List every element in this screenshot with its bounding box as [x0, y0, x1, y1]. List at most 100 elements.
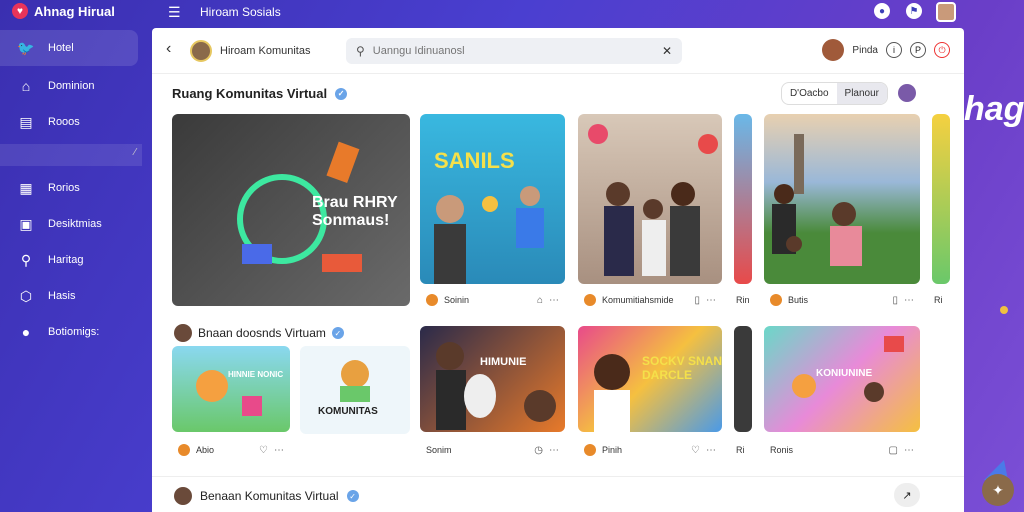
lock-icon[interactable]: ⌂ — [537, 295, 543, 306]
brand-name: Ahnag Hirual — [34, 3, 115, 19]
more-icon[interactable]: ⋯ — [549, 295, 559, 306]
card-footer: Butis ▯ ⋯ — [764, 286, 920, 314]
media-card[interactable]: HIMUNIE Sonim ◷ ⋯ — [420, 326, 565, 464]
card-thumbnail: HIMUNIE — [420, 326, 565, 432]
thumbnail-art — [340, 360, 370, 402]
sidebar-item-label: Botiomigs: — [48, 326, 100, 338]
back-arrow-icon[interactable]: ‹ — [166, 40, 171, 58]
avatar[interactable] — [936, 2, 956, 22]
card-footer: Rin — [734, 286, 752, 314]
card-footer: Ri — [932, 286, 950, 314]
section-title-text: Ruang Komunitas Virtual — [172, 86, 328, 101]
search-icon: ⚲ — [20, 251, 32, 268]
search-icon: ⚲ — [356, 44, 365, 58]
card-footer: Pinih ♡ ⋯ — [578, 436, 722, 464]
info-icon[interactable]: i — [886, 42, 902, 58]
square-icon[interactable]: ▢ — [889, 445, 898, 456]
sidebar-item-rorios[interactable]: ▦ Rorios — [0, 170, 150, 206]
thumbnail-text: KOMUNITAS — [318, 406, 378, 417]
pen-icon[interactable]: P — [910, 42, 926, 58]
panel-header: ‹ Hiroam Komunitas ⚲ ✕ Pinda i P ⏻ — [152, 28, 964, 74]
thumbnail-text: HINNIE NONIC — [228, 370, 284, 379]
card-author: Butis — [788, 295, 809, 305]
card-author: Soinin — [444, 295, 470, 305]
bottom-title: Benaan Komunitas Virtual ✓ — [174, 487, 359, 505]
card-author: Rin — [736, 295, 750, 305]
card-thumbnail: Brau RHRY Sonmaus! — [172, 114, 410, 306]
sidebar-item-rooos[interactable]: ▤ Rooos — [0, 104, 150, 140]
sidebar: 🐦 Hotel ⌂ Dominion ▤ Rooos ⁄ ▦ Rorios ▣ … — [0, 28, 150, 512]
floating-action-button[interactable]: ✦ — [982, 474, 1014, 506]
chat-icon[interactable]: ● — [874, 3, 890, 19]
thumbnail-art — [588, 124, 718, 276]
verified-icon: ✓ — [335, 87, 348, 100]
media-card-peek[interactable]: Ri — [932, 114, 950, 314]
decor-shapes: hag — [964, 90, 1024, 485]
card-thumbnail: SANILS — [420, 114, 565, 284]
card-author: Komumitiahsmide — [602, 295, 674, 305]
avatar — [770, 294, 782, 306]
media-card-peek[interactable]: Ri — [734, 326, 752, 464]
media-card[interactable]: HINNIE NONIC Abio ♡ ⋯ — [172, 346, 290, 464]
power-icon[interactable]: ⏻ — [934, 42, 950, 58]
menu-icon[interactable]: ☰ — [168, 4, 181, 21]
clock-icon[interactable]: ◷ — [534, 445, 543, 456]
heart-icon[interactable]: ♡ — [691, 445, 700, 456]
brand[interactable]: ♥ Ahnag Hirual — [12, 3, 115, 19]
media-card[interactable]: SOCKV SNAN DARCLE Pinih ♡ ⋯ — [578, 326, 722, 464]
sidebar-item-label: Desiktmias — [48, 218, 102, 230]
card-thumbnail — [932, 114, 950, 284]
bookmark-icon[interactable]: ▯ — [892, 295, 898, 306]
verified-icon: ✓ — [331, 327, 344, 339]
thumbnail-art — [434, 186, 544, 284]
more-icon[interactable]: ⋯ — [549, 445, 559, 456]
sidebar-item-label: Haritag — [48, 254, 84, 266]
shield-icon[interactable]: ♡ — [259, 445, 268, 456]
toggle-option[interactable]: Planour — [836, 83, 887, 104]
avatar — [174, 324, 192, 342]
bookmark-icon[interactable]: ▯ — [694, 295, 700, 306]
media-card[interactable]: KONIUNINE Ronis ▢ ⋯ — [764, 326, 920, 464]
search-input[interactable] — [372, 45, 654, 57]
thumbnail-text: Brau RHRY Sonmaus! — [312, 194, 398, 229]
avatar — [584, 294, 596, 306]
toggle-option[interactable]: D'Oacbo — [782, 83, 837, 104]
sidebar-item-desiktmias[interactable]: ▣ Desiktmias — [0, 206, 150, 242]
thumbnail-art — [196, 370, 262, 416]
more-icon[interactable]: ⋯ — [274, 445, 284, 456]
header-title: Hiroam Sosials — [200, 5, 281, 19]
media-card-peek[interactable]: Rin — [734, 114, 752, 314]
media-card[interactable]: SANILS Soinin ⌂ ⋯ — [420, 114, 565, 314]
brand-logo-icon: ♥ — [12, 3, 28, 19]
sidebar-item-label: Rooos — [48, 116, 80, 128]
card-thumbnail — [734, 114, 752, 284]
user-avatar[interactable] — [822, 39, 845, 61]
section-title: Ruang Komunitas Virtual ✓ — [172, 86, 348, 101]
card-thumbnail: HINNIE NONIC — [172, 346, 290, 432]
sidebar-item-dominion[interactable]: ⌂ Dominion — [0, 68, 150, 104]
sidebar-item-hasis[interactable]: ⬡ Hasis — [0, 278, 150, 314]
sidebar-item-hotel[interactable]: 🐦 Hotel — [0, 30, 138, 66]
card-footer: Soinin ⌂ ⋯ — [420, 286, 565, 314]
flag-icon[interactable]: ⚑ — [906, 3, 922, 19]
sidebar-divider: ⁄ — [0, 144, 142, 166]
more-icon[interactable]: ⋯ — [706, 295, 716, 306]
media-card[interactable]: Brau RHRY Sonmaus! — [172, 114, 410, 306]
profile-avatar[interactable] — [190, 40, 212, 62]
more-icon[interactable]: ⋯ — [706, 445, 716, 456]
media-card[interactable]: KOMUNITAS — [300, 346, 410, 434]
expand-button[interactable]: ↗ — [894, 483, 920, 507]
more-icon[interactable]: ⋯ — [904, 295, 914, 306]
close-icon[interactable]: ✕ — [662, 44, 672, 58]
search-box[interactable]: ⚲ ✕ — [346, 38, 682, 64]
avatar[interactable] — [898, 84, 916, 102]
more-icon[interactable]: ⋯ — [904, 445, 914, 456]
media-card[interactable]: Butis ▯ ⋯ — [764, 114, 920, 314]
avatar — [426, 294, 438, 306]
card-thumbnail: SOCKV SNAN DARCLE — [578, 326, 722, 432]
thumbnail-text: SOCKV SNAN DARCLE — [642, 354, 722, 382]
media-card[interactable]: Komumitiahsmide ▯ ⋯ — [578, 114, 722, 314]
sidebar-item-botiomigs[interactable]: ● Botiomigs: — [0, 314, 150, 350]
sidebar-item-haritag[interactable]: ⚲ Haritag — [0, 242, 150, 278]
profile-name: Hiroam Komunitas — [220, 45, 311, 57]
